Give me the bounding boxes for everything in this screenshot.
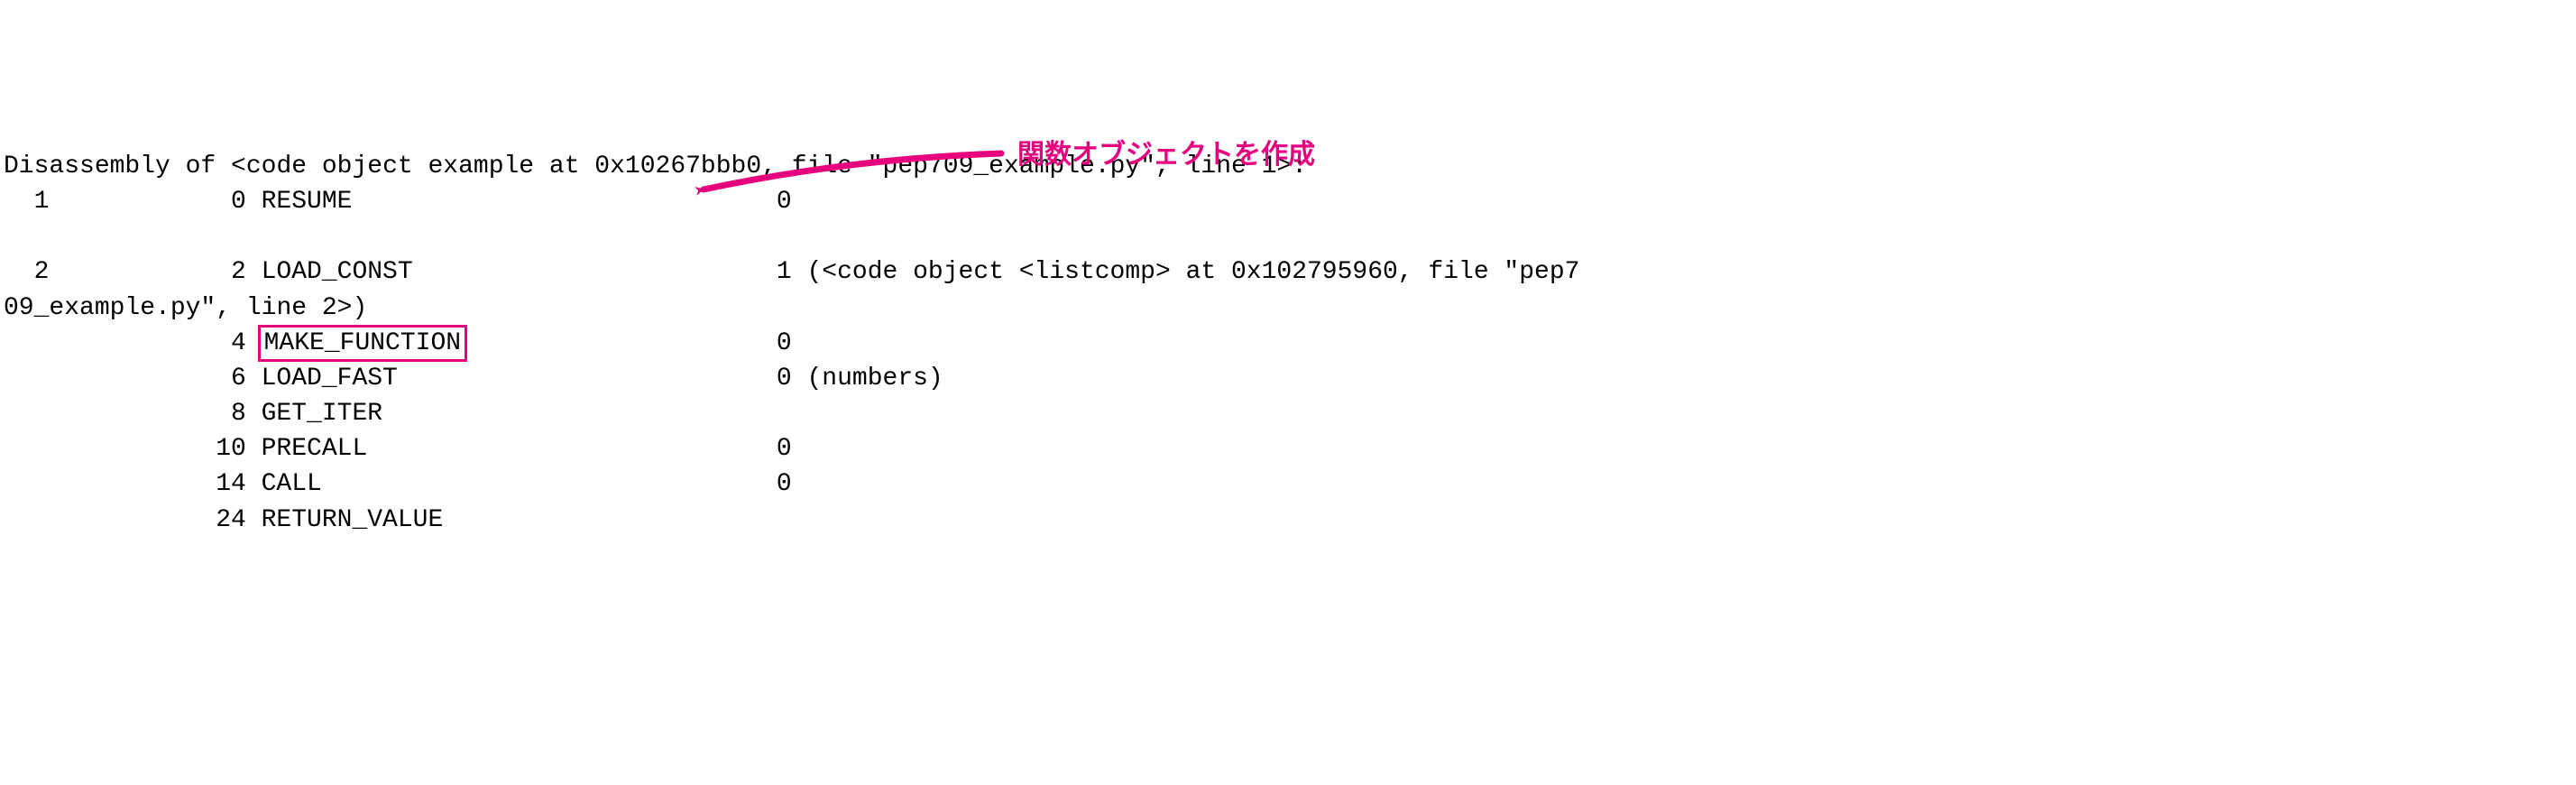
source-line: 1 — [4, 184, 49, 219]
opcode: LOAD_FAST — [262, 361, 685, 396]
disassembly-block: Disassembly of <code object example at 0… — [4, 149, 2572, 538]
opcode: PRECALL — [262, 431, 685, 466]
oparg: 0 — [685, 431, 792, 466]
opcode: RESUME — [262, 184, 685, 219]
byte-offset: 24 — [49, 503, 245, 538]
oparg: 0 — [685, 466, 792, 502]
disasm-row: 4 MAKE_FUNCTION0 — [4, 326, 2572, 361]
source-line: 2 — [4, 254, 49, 290]
oparg: 0 — [685, 361, 792, 396]
highlighted-opcode: MAKE_FUNCTION — [258, 325, 467, 362]
opcode: CALL — [262, 466, 685, 502]
byte-offset: 14 — [49, 466, 245, 502]
disasm-row: 14 CALL0 — [4, 466, 2572, 502]
disasm-row: 6 LOAD_FAST0(numbers) — [4, 361, 2572, 396]
opcode: MAKE_FUNCTION — [262, 326, 685, 361]
disasm-row: 24 RETURN_VALUE — [4, 503, 2572, 538]
byte-offset: 4 — [49, 326, 245, 361]
oparg: 1 — [685, 254, 792, 290]
wrapped-continuation: 09_example.py", line 2>) — [4, 291, 2572, 326]
oparg: 0 — [685, 184, 792, 219]
disasm-row: 10 PRECALL0 — [4, 431, 2572, 466]
disasm-row: 22 LOAD_CONST1(<code object <listcomp> a… — [4, 254, 2572, 290]
byte-offset: 0 — [49, 184, 245, 219]
byte-offset: 8 — [49, 396, 245, 431]
disasm-row: 8 GET_ITER — [4, 396, 2572, 431]
byte-offset: 6 — [49, 361, 245, 396]
byte-offset: 10 — [49, 431, 245, 466]
opcode: GET_ITER — [262, 396, 685, 431]
byte-offset: 2 — [49, 254, 245, 290]
disasm-row: 10 RESUME0 — [4, 184, 2572, 219]
opcode: RETURN_VALUE — [262, 503, 685, 538]
blank-line — [4, 219, 2572, 254]
disasm-header: Disassembly of <code object example at 0… — [4, 149, 2572, 184]
opcode: LOAD_CONST — [262, 254, 685, 290]
argrepr: (numbers) — [792, 361, 943, 396]
oparg: 0 — [685, 326, 792, 361]
argrepr: (<code object <listcomp> at 0x102795960,… — [792, 254, 1580, 290]
